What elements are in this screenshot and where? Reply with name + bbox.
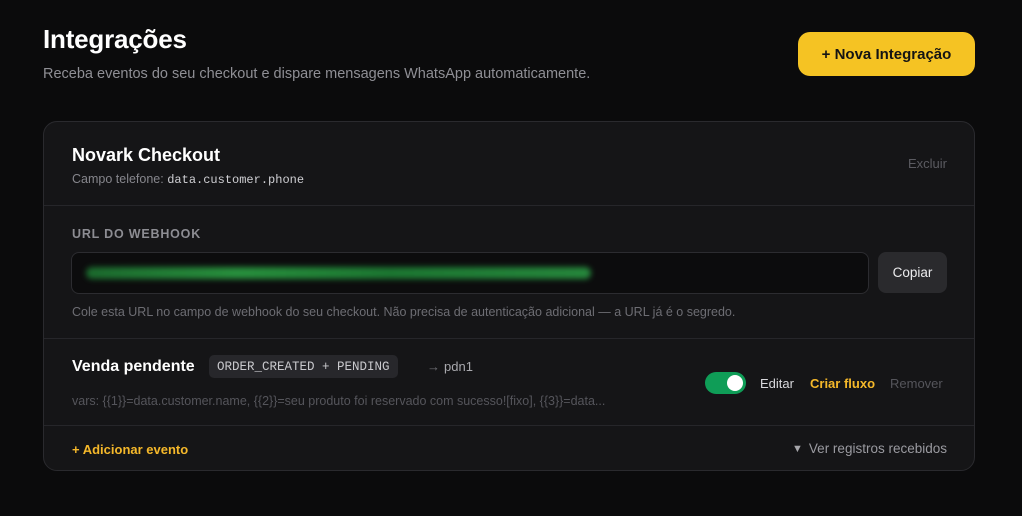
integration-footer: + Adicionar evento ▼ Ver registros receb… — [44, 426, 974, 470]
integration-name: Novark Checkout — [72, 145, 221, 165]
event-target: → pdn1 — [427, 359, 473, 374]
blurred-webhook-url — [86, 267, 591, 279]
event-trigger-badge: ORDER_CREATED + PENDING — [209, 355, 398, 378]
phone-field-label: Campo telefone: — [72, 172, 164, 186]
integration-header: Novark Checkout Campo telefone: data.cus… — [44, 122, 974, 206]
copy-url-button[interactable]: Copiar — [878, 252, 947, 293]
phone-field-line: Campo telefone: data.customer.phone — [72, 172, 304, 187]
delete-integration-link[interactable]: Excluir — [908, 156, 947, 171]
event-title: Venda pendente — [72, 358, 195, 375]
add-event-link[interactable]: + Adicionar evento — [72, 442, 188, 457]
create-flow-link[interactable]: Criar fluxo — [810, 376, 875, 391]
event-enabled-toggle[interactable] — [705, 372, 746, 394]
page-subtitle: Receba eventos do seu checkout e dispare… — [43, 66, 591, 82]
webhook-hint: Cole esta URL no campo de webhook do seu… — [72, 305, 736, 319]
event-row: Venda pendente ORDER_CREATED + PENDING →… — [44, 339, 974, 426]
remove-event-link[interactable]: Remover — [890, 376, 943, 391]
webhook-url-field[interactable] — [71, 252, 869, 294]
event-template-name: pdn1 — [444, 359, 473, 374]
page-title: Integrações — [43, 24, 187, 54]
phone-field-value: data.customer.phone — [167, 173, 305, 187]
webhook-section: URL DO WEBHOOK Copiar Cole esta URL no c… — [44, 206, 974, 339]
toggle-knob — [727, 375, 743, 391]
triangle-down-icon: ▼ — [792, 442, 803, 455]
webhook-label: URL DO WEBHOOK — [72, 227, 202, 241]
view-logs-label: Ver registros recebidos — [808, 441, 947, 456]
integration-card: Novark Checkout Campo telefone: data.cus… — [43, 121, 975, 471]
arrow-right-icon: → — [427, 359, 440, 374]
view-logs-toggle[interactable]: ▼ Ver registros recebidos — [792, 441, 947, 456]
edit-event-link[interactable]: Editar — [760, 376, 794, 391]
integrations-page: Integrações Receba eventos do seu checko… — [0, 0, 1022, 516]
new-integration-button[interactable]: + Nova Integração — [798, 32, 975, 76]
event-vars: vars: {{1}}=data.customer.name, {{2}}=se… — [72, 394, 606, 408]
